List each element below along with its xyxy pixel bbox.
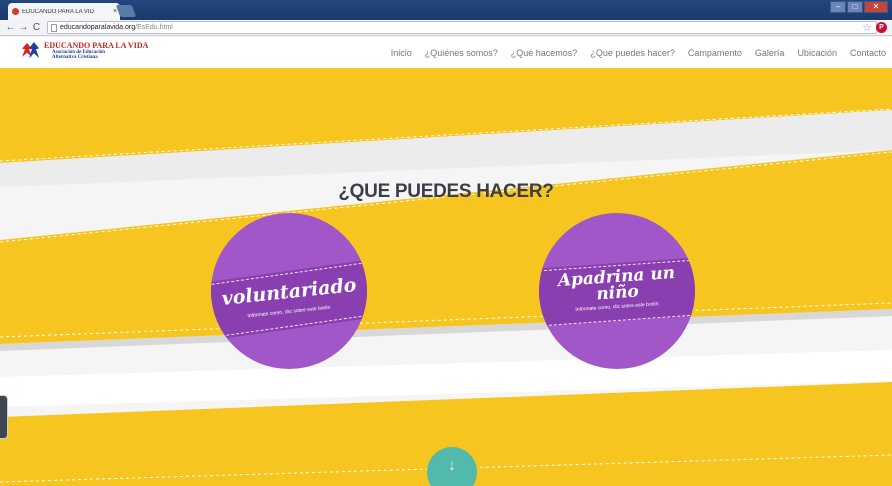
url-host: educandoparalavida.org	[60, 24, 136, 31]
section-title: ¿QUE PUEDES HACER?	[338, 181, 554, 202]
logo-icon	[20, 40, 40, 62]
browser-tab[interactable]: EDUCANDO PARA LA VID ×	[8, 3, 120, 20]
nav-contacto[interactable]: Contacto	[850, 48, 886, 58]
close-window-button[interactable]: ✕	[864, 1, 888, 13]
reload-button[interactable]: C	[30, 21, 43, 35]
web-page: EDUCANDO PARA LA VIDA Asociación de Educ…	[0, 37, 892, 486]
site-header: EDUCANDO PARA LA VIDA Asociación de Educ…	[0, 37, 892, 68]
down-arrow-icon: ↓	[448, 457, 456, 474]
background-stripes	[0, 37, 892, 486]
main-nav: Inicio ¿Quiénes somos? ¿Qué hacemos? ¿Qu…	[391, 37, 886, 68]
star-icon[interactable]: ☆	[862, 21, 872, 34]
tab-title: EDUCANDO PARA LA VID	[22, 8, 94, 15]
back-button[interactable]: ←	[4, 21, 17, 35]
address-bar[interactable]: educandoparalavida.org/EsEdu.html	[47, 21, 877, 34]
url-path: /EsEdu.html	[135, 24, 173, 31]
maximize-button[interactable]: □	[847, 1, 863, 13]
window-controls: – □ ✕	[830, 1, 888, 13]
nav-quienes-somos[interactable]: ¿Quiénes somos?	[425, 48, 498, 58]
nav-que-puedes-hacer[interactable]: ¿Que puedes hacer?	[590, 48, 675, 58]
browser-titlebar: EDUCANDO PARA LA VID × – □ ✕	[0, 0, 892, 20]
doc-icon	[51, 23, 57, 32]
voluntariado-button[interactable]: voluntariado Infórmate como, clic sobre …	[211, 213, 367, 369]
extension-icon[interactable]: P	[876, 22, 887, 33]
nav-que-hacemos[interactable]: ¿Qué hacemos?	[511, 48, 578, 58]
apadrina-button[interactable]: Apadrina un niño Infórmate como, clic so…	[539, 213, 695, 369]
logo-subtitle-2: Alternativa Cristiana	[52, 55, 98, 60]
browser-toolbar: ← → C educandoparalavida.org/EsEdu.html	[0, 20, 892, 36]
side-feedback-tab[interactable]	[0, 395, 8, 439]
site-logo[interactable]: EDUCANDO PARA LA VIDA Asociación de Educ…	[20, 40, 148, 62]
nav-ubicacion[interactable]: Ubicación	[797, 48, 837, 58]
nav-campamento[interactable]: Campamento	[688, 48, 742, 58]
logo-name: EDUCANDO PARA LA VIDA	[44, 41, 149, 50]
favicon-icon	[12, 8, 19, 15]
forward-button[interactable]: →	[17, 21, 30, 35]
new-tab-button[interactable]	[115, 5, 137, 17]
nav-inicio[interactable]: Inicio	[391, 48, 412, 58]
minimize-button[interactable]: –	[830, 1, 846, 13]
nav-galeria[interactable]: Galería	[755, 48, 785, 58]
